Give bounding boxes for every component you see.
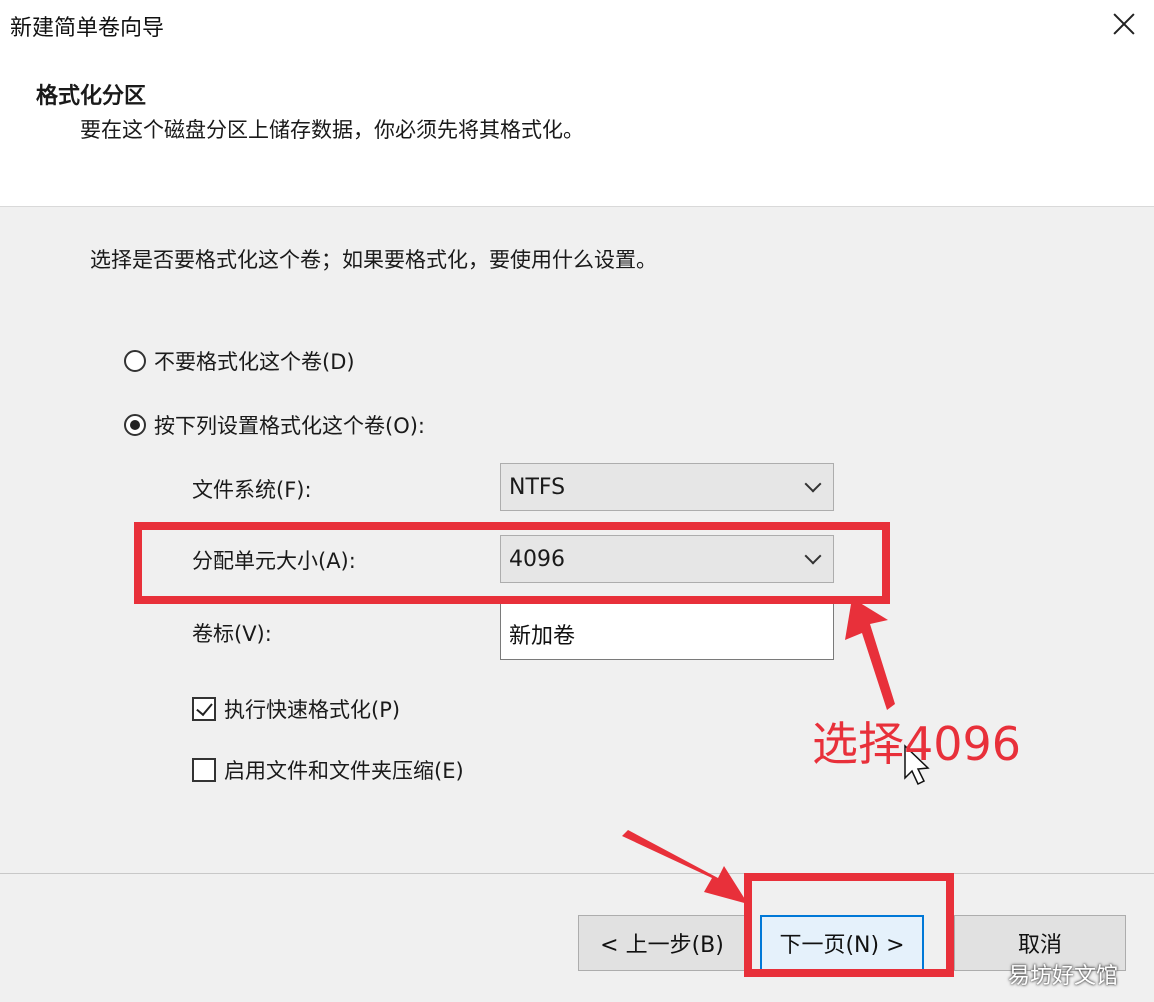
annotation-arrow-up	[845, 598, 895, 710]
annotation-arrows	[622, 598, 930, 904]
annotation-arrow-next	[622, 830, 748, 904]
annotation-callout: 选择4096	[812, 717, 1022, 771]
watermark: 易坊好文馆	[1008, 964, 1119, 989]
